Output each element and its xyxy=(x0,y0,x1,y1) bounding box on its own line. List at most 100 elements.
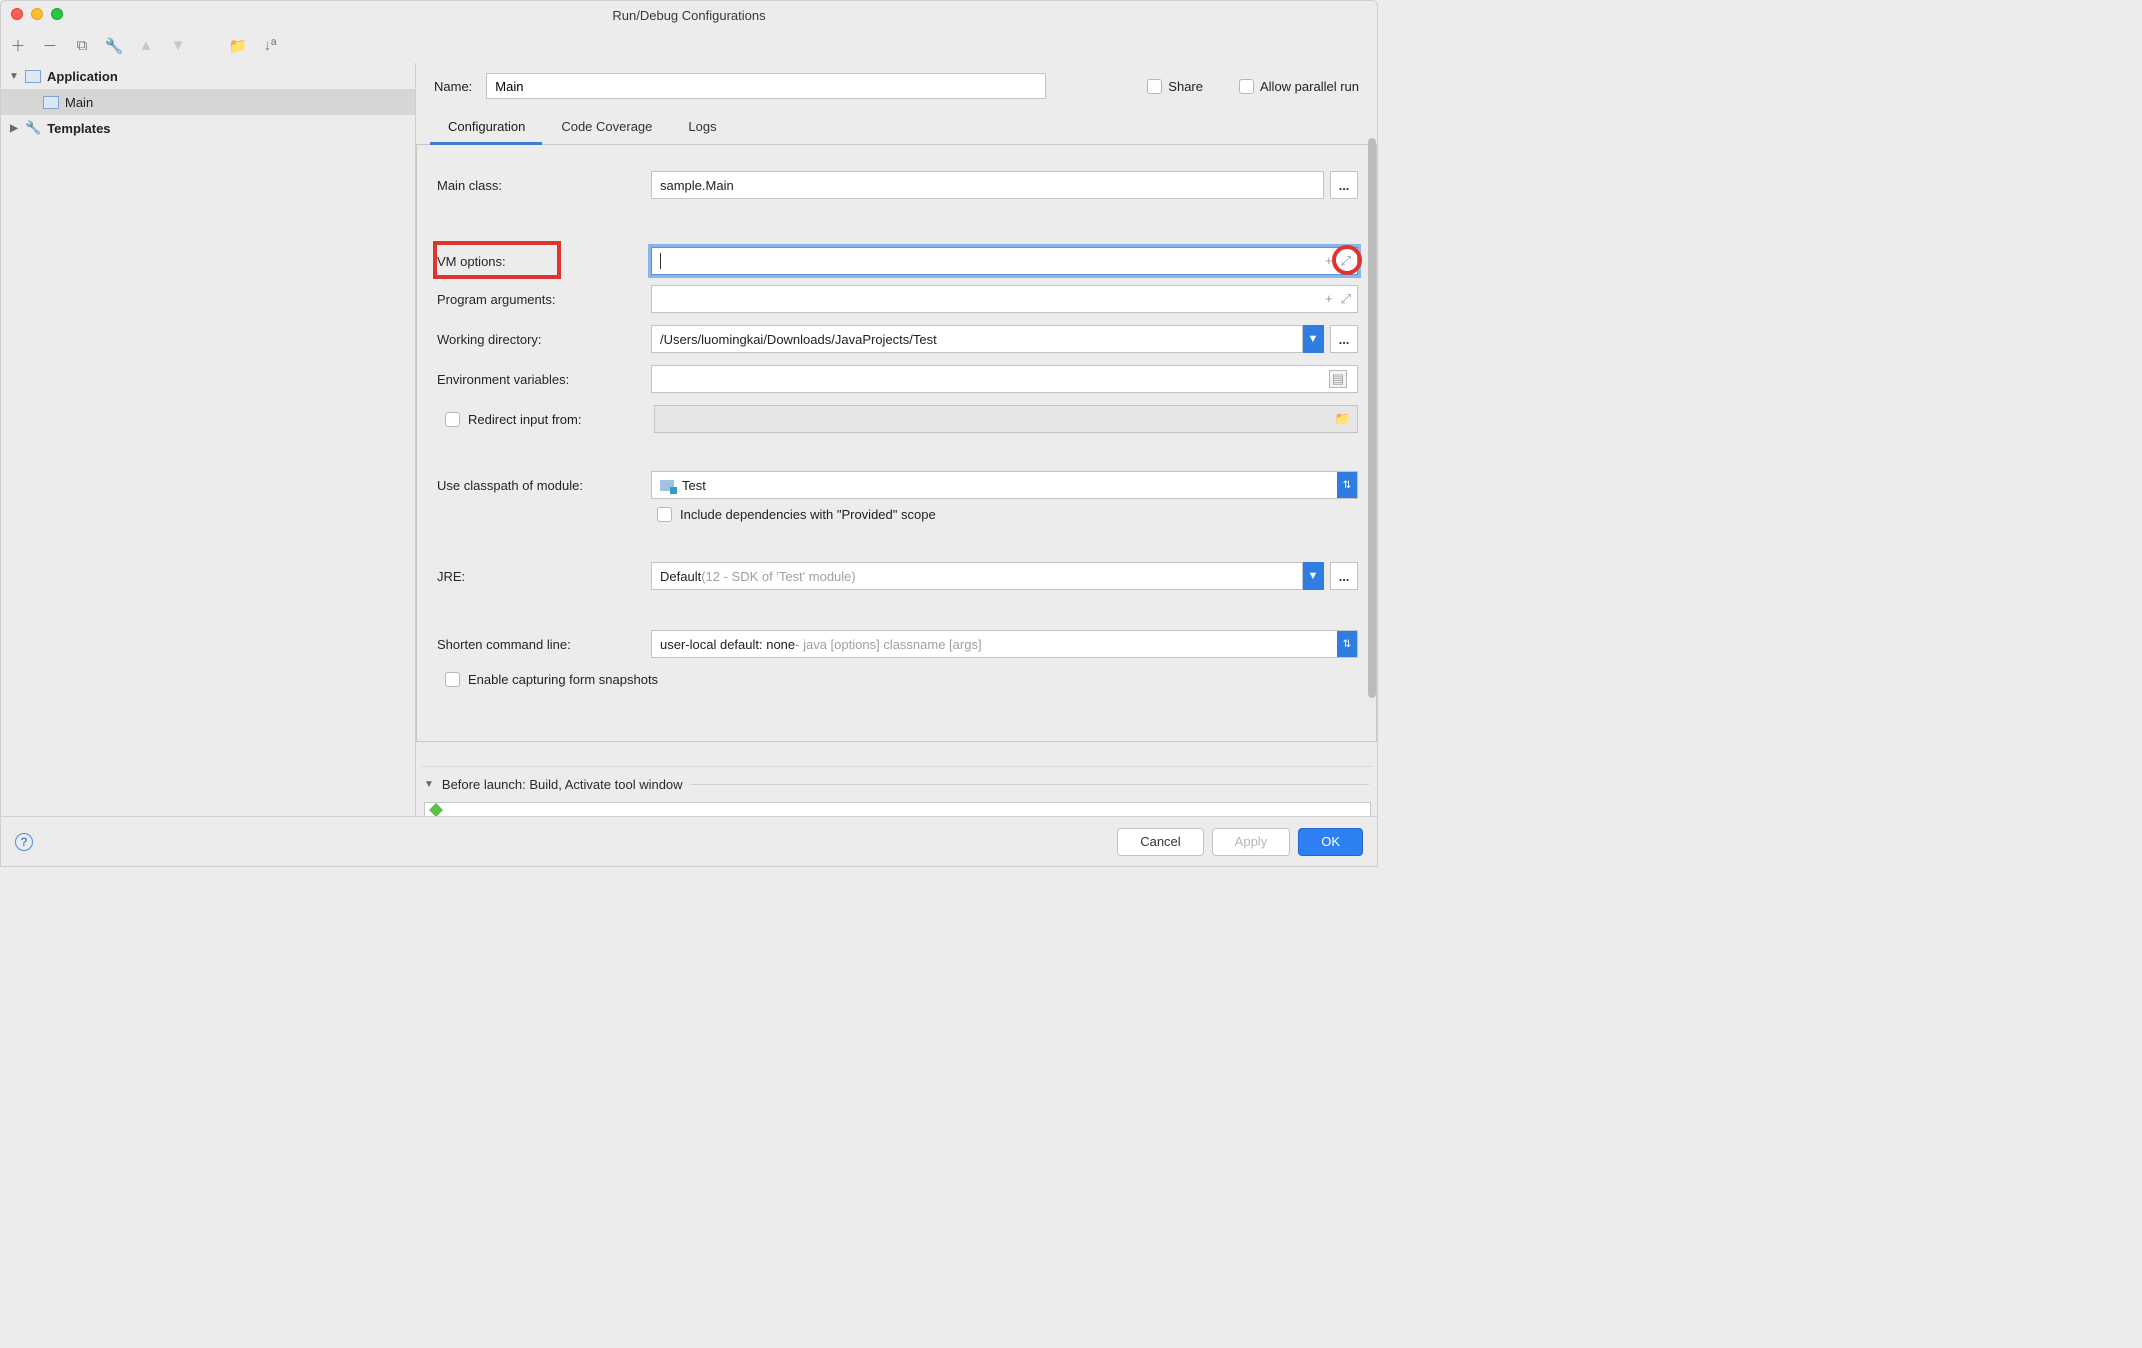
expand-icon[interactable]: ⤢ xyxy=(1341,291,1351,307)
add-icon[interactable]: ＋ xyxy=(9,37,27,55)
cancel-button[interactable]: Cancel xyxy=(1117,828,1203,856)
copy-icon[interactable]: ⧉ xyxy=(73,37,91,55)
include-provided-label: Include dependencies with "Provided" sco… xyxy=(680,507,936,522)
shorten-command-line-select[interactable]: user-local default: none - java [options… xyxy=(651,630,1358,658)
program-arguments-label: Program arguments: xyxy=(431,292,651,307)
module-icon xyxy=(660,480,674,491)
jre-select[interactable]: Default (12 - SDK of 'Test' module) xyxy=(651,562,1303,590)
dialog-window: Run/Debug Configurations ＋ － ⧉ 🔧 ▲ ▼ 📁 ↓… xyxy=(0,0,1378,867)
form-snapshots-label: Enable capturing form snapshots xyxy=(468,672,658,687)
working-directory-label: Working directory: xyxy=(431,332,651,347)
browse-main-class-button[interactable]: ... xyxy=(1330,171,1358,199)
program-arguments-input[interactable]: + ⤢ xyxy=(651,285,1358,313)
ok-button[interactable]: OK xyxy=(1298,828,1363,856)
browse-working-directory-button[interactable]: ... xyxy=(1330,325,1358,353)
sort-icon[interactable]: ↓ª xyxy=(261,37,279,55)
redirect-input-label: Redirect input from: xyxy=(468,412,654,427)
checkbox-icon[interactable] xyxy=(1239,79,1254,94)
wrench-icon: 🔧 xyxy=(25,120,41,136)
row-form-snapshots: Enable capturing form snapshots xyxy=(431,672,1358,687)
up-icon[interactable]: ▲ xyxy=(137,37,155,55)
share-checkbox[interactable]: Share xyxy=(1147,79,1203,94)
before-launch-task-build[interactable] xyxy=(424,802,1371,816)
application-icon xyxy=(25,70,41,83)
chevron-updown-icon[interactable]: ⇅ xyxy=(1337,472,1357,498)
classpath-module-select[interactable]: Test ⇅ xyxy=(651,471,1358,499)
disclosure-triangle-icon[interactable]: ▼ xyxy=(424,779,434,790)
edit-env-icon[interactable]: ▤ xyxy=(1329,370,1347,388)
apply-button[interactable]: Apply xyxy=(1212,828,1291,856)
allow-parallel-label: Allow parallel run xyxy=(1260,79,1359,94)
jre-label: JRE: xyxy=(431,569,651,584)
tab-code-coverage[interactable]: Code Coverage xyxy=(543,109,670,144)
folder-icon[interactable]: 📁 xyxy=(229,37,247,55)
tree-label: Templates xyxy=(47,121,110,136)
redirect-checkbox[interactable] xyxy=(445,412,460,427)
tree-node-templates[interactable]: ▶ 🔧 Templates xyxy=(1,115,415,141)
redirect-input-field: 📁 xyxy=(654,405,1358,433)
browse-file-icon: 📁 xyxy=(1335,411,1351,427)
down-icon[interactable]: ▼ xyxy=(169,37,187,55)
sidebar-toolbar: ＋ － ⧉ 🔧 ▲ ▼ 📁 ↓ª xyxy=(1,29,1377,63)
remove-icon[interactable]: － xyxy=(41,37,59,55)
titlebar: Run/Debug Configurations xyxy=(1,1,1377,29)
allow-parallel-checkbox[interactable]: Allow parallel run xyxy=(1239,79,1359,94)
include-provided-checkbox[interactable]: Include dependencies with "Provided" sco… xyxy=(431,507,1358,522)
environment-variables-input[interactable]: ▤ xyxy=(651,365,1358,393)
insert-macro-icon[interactable]: + xyxy=(1325,291,1333,307)
expand-icon[interactable]: ⤢ xyxy=(1341,253,1351,269)
minimize-icon[interactable] xyxy=(31,8,43,20)
row-working-directory: Working directory: /Users/luomingkai/Dow… xyxy=(431,325,1358,353)
name-label: Name: xyxy=(434,79,472,94)
help-button[interactable]: ? xyxy=(15,833,33,851)
row-redirect-input: Redirect input from: 📁 xyxy=(431,405,1358,433)
disclosure-triangle-icon[interactable]: ▼ xyxy=(9,71,19,82)
row-main-class: Main class: sample.Main ... xyxy=(431,171,1358,199)
row-shorten-command-line: Shorten command line: user-local default… xyxy=(431,630,1358,658)
classpath-module-label: Use classpath of module: xyxy=(431,478,651,493)
name-row: Name: Share Allow parallel run xyxy=(416,63,1377,109)
scrollbar-thumb[interactable] xyxy=(1368,138,1376,698)
zoom-icon[interactable] xyxy=(51,8,63,20)
tab-bar: Configuration Code Coverage Logs xyxy=(416,109,1377,145)
tree-node-main[interactable]: Main xyxy=(1,89,415,115)
row-program-arguments: Program arguments: + ⤢ xyxy=(431,285,1358,313)
content-pane: Name: Share Allow parallel run Configura… xyxy=(416,63,1377,816)
divider xyxy=(691,784,1369,785)
working-directory-input[interactable]: /Users/luomingkai/Downloads/JavaProjects… xyxy=(651,325,1303,353)
jre-dropdown[interactable]: ▼ xyxy=(1302,562,1324,590)
sidebar: ▼ Application Main ▶ 🔧 Templates xyxy=(1,63,416,816)
vm-options-input[interactable]: + ⤢ xyxy=(651,247,1358,275)
scrollbar[interactable] xyxy=(1367,138,1377,756)
tree-label: Application xyxy=(47,69,118,84)
configuration-form: Main class: sample.Main ... VM options: … xyxy=(416,145,1377,742)
window-title: Run/Debug Configurations xyxy=(612,8,765,23)
before-launch-section[interactable]: ▼ Before launch: Build, Activate tool wi… xyxy=(420,766,1373,802)
application-icon xyxy=(43,96,59,109)
window-controls xyxy=(11,8,63,20)
dialog-footer: ? Cancel Apply OK xyxy=(1,816,1377,866)
checkbox-icon[interactable] xyxy=(657,507,672,522)
shorten-command-line-label: Shorten command line: xyxy=(431,637,651,652)
main-class-input[interactable]: sample.Main xyxy=(651,171,1324,199)
main-class-label: Main class: xyxy=(431,178,651,193)
insert-macro-icon[interactable]: + xyxy=(1325,253,1333,269)
chevron-updown-icon[interactable]: ⇅ xyxy=(1337,631,1357,657)
tab-configuration[interactable]: Configuration xyxy=(430,109,543,144)
tree-node-application[interactable]: ▼ Application xyxy=(1,63,415,89)
row-jre: JRE: Default (12 - SDK of 'Test' module)… xyxy=(431,562,1358,590)
tree-label: Main xyxy=(65,95,93,110)
name-input[interactable] xyxy=(486,73,1046,99)
row-vm-options: VM options: + ⤢ xyxy=(431,247,1358,275)
checkbox-icon[interactable] xyxy=(1147,79,1162,94)
wrench-icon[interactable]: 🔧 xyxy=(105,37,123,55)
browse-jre-button[interactable]: ... xyxy=(1330,562,1358,590)
build-icon xyxy=(429,802,443,816)
close-icon[interactable] xyxy=(11,8,23,20)
environment-variables-label: Environment variables: xyxy=(431,372,651,387)
tab-logs[interactable]: Logs xyxy=(670,109,734,144)
disclosure-triangle-icon[interactable]: ▶ xyxy=(9,123,19,134)
checkbox-icon[interactable] xyxy=(445,672,460,687)
working-directory-dropdown[interactable]: ▼ xyxy=(1302,325,1324,353)
row-environment-variables: Environment variables: ▤ xyxy=(431,365,1358,393)
